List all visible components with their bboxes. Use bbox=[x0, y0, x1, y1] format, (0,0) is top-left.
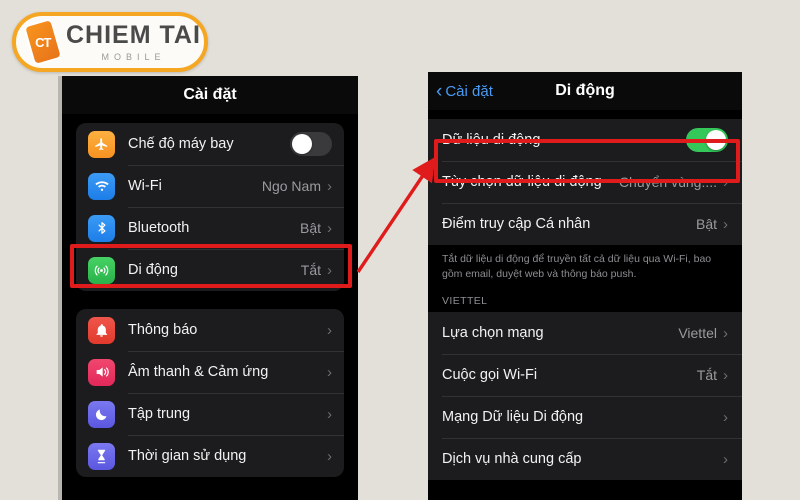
settings-row-label: Bluetooth bbox=[128, 220, 190, 236]
network-selection-row[interactable]: Lựa chọn mạng Viettel › bbox=[428, 312, 742, 354]
left-phone-screenshot: Cài đặt Chế độ máy bay Wi-Fi Ngo Nam › B… bbox=[58, 76, 358, 500]
settings-row-label: Dịch vụ nhà cung cấp bbox=[442, 451, 582, 468]
settings-row-label: Điểm truy cập Cá nhân bbox=[442, 216, 591, 232]
cellular-data-network-row[interactable]: Mạng Dữ liệu Di động › bbox=[428, 396, 742, 438]
settings-row-wifi[interactable]: Wi-Fi Ngo Nam › bbox=[76, 165, 344, 207]
settings-row-notifications[interactable]: Thông báo › bbox=[76, 309, 344, 351]
settings-row-label: Wi-Fi bbox=[128, 178, 162, 194]
settings-row-focus[interactable]: Tập trung › bbox=[76, 393, 344, 435]
notifications-icon bbox=[88, 316, 115, 344]
sound-icon bbox=[88, 358, 115, 386]
settings-row-value: Ngo Nam bbox=[261, 178, 321, 194]
bluetooth-icon bbox=[88, 214, 115, 242]
settings-row-value: Viettel bbox=[678, 325, 717, 342]
airplane-icon bbox=[88, 130, 115, 158]
cellular-data-footnote: Tắt dữ liệu di động để truyền tất cả dữ … bbox=[428, 245, 742, 283]
logo-wordmark: CHIEM TAI MOBILE bbox=[66, 20, 201, 62]
left-navbar: Cài đặt bbox=[62, 76, 358, 114]
chevron-left-icon: ‹ bbox=[436, 80, 443, 102]
settings-row-label: Lựa chọn mạng bbox=[442, 325, 544, 342]
chevron-right-icon: › bbox=[723, 366, 728, 384]
settings-row-label: Thông báo bbox=[128, 322, 198, 338]
logo-tagline: MOBILE bbox=[101, 51, 166, 62]
right-phone-screenshot: ‹ Cài đặt Di động Dữ liệu di động Tùy ch… bbox=[428, 72, 742, 500]
chevron-right-icon: › bbox=[723, 215, 728, 233]
toggle-knob bbox=[706, 130, 726, 150]
cellular-data-row[interactable]: Dữ liệu di động bbox=[428, 119, 742, 161]
chevron-right-icon: › bbox=[327, 219, 332, 237]
chevron-right-icon: › bbox=[723, 173, 728, 191]
chevron-right-icon: › bbox=[723, 450, 728, 468]
settings-row-value: Bật bbox=[299, 220, 321, 236]
settings-row-value: Tắt bbox=[696, 367, 717, 384]
logo-brand-name: CHIEM TAI bbox=[66, 20, 201, 49]
chevron-right-icon: › bbox=[723, 408, 728, 426]
settings-row-label: Chế độ máy bay bbox=[128, 136, 234, 152]
arrow-line bbox=[356, 156, 436, 273]
right-page-title: Di động bbox=[555, 82, 615, 99]
chevron-right-icon: › bbox=[327, 261, 332, 279]
cellular-icon bbox=[88, 256, 115, 284]
settings-row-label: Thời gian sử dụng bbox=[128, 448, 247, 464]
settings-row-label: Mạng Dữ liệu Di động bbox=[442, 409, 584, 426]
chevron-right-icon: › bbox=[327, 177, 332, 195]
chevron-right-icon: › bbox=[327, 447, 332, 465]
left-phone-screen: Cài đặt Chế độ máy bay Wi-Fi Ngo Nam › B… bbox=[62, 76, 358, 500]
personal-hotspot-row[interactable]: Điểm truy cập Cá nhân Bật › bbox=[428, 203, 742, 245]
settings-row-value: Chuyển vùng:... bbox=[618, 174, 717, 190]
settings-row-value: Tắt bbox=[300, 262, 321, 278]
settings-row-bluetooth[interactable]: Bluetooth Bật › bbox=[76, 207, 344, 249]
settings-row-screen-time[interactable]: Thời gian sử dụng › bbox=[76, 435, 344, 477]
logo-mark-text: CT bbox=[35, 34, 51, 50]
cellular-data-toggle[interactable] bbox=[686, 128, 728, 152]
settings-row-value: Bật bbox=[695, 216, 717, 232]
settings-row-label: Cuộc gọi Wi-Fi bbox=[442, 367, 538, 384]
logo-phone-icon: CT bbox=[22, 17, 64, 67]
settings-group-connectivity: Chế độ máy bay Wi-Fi Ngo Nam › Bluetooth… bbox=[76, 123, 344, 291]
left-top-spacer bbox=[62, 114, 358, 123]
settings-row-airplane-mode[interactable]: Chế độ máy bay bbox=[76, 123, 344, 165]
settings-row-sounds-haptics[interactable]: Âm thanh & Cảm ứng › bbox=[76, 351, 344, 393]
cellular-data-options-row[interactable]: Tùy chọn dữ liệu di động Chuyển vùng:...… bbox=[428, 161, 742, 203]
screen-time-hourglass-icon bbox=[88, 442, 115, 470]
settings-row-cellular[interactable]: Di động Tắt › bbox=[76, 249, 344, 291]
settings-row-label: Âm thanh & Cảm ứng bbox=[128, 364, 269, 380]
left-group-gap bbox=[62, 291, 358, 309]
chevron-right-icon: › bbox=[327, 321, 332, 339]
chevron-right-icon: › bbox=[327, 405, 332, 423]
chiem-tai-mobile-logo: CT CHIEM TAI MOBILE bbox=[12, 12, 208, 72]
carrier-settings-group: Lựa chọn mạng Viettel › Cuộc gọi Wi-Fi T… bbox=[428, 312, 742, 481]
airplane-mode-toggle[interactable] bbox=[290, 132, 332, 156]
left-page-title: Cài đặt bbox=[183, 86, 237, 103]
settings-row-label: Dữ liệu di động bbox=[442, 132, 541, 148]
carrier-section-header: VIETTEL bbox=[428, 282, 742, 313]
right-top-spacer bbox=[428, 110, 742, 119]
back-button-label: Cài đặt bbox=[445, 82, 493, 100]
focus-moon-icon bbox=[88, 400, 115, 428]
settings-row-label: Di động bbox=[128, 262, 178, 278]
carrier-services-row[interactable]: Dịch vụ nhà cung cấp › bbox=[428, 438, 742, 480]
wifi-calling-row[interactable]: Cuộc gọi Wi-Fi Tắt › bbox=[428, 354, 742, 396]
right-navbar: ‹ Cài đặt Di động bbox=[428, 72, 742, 110]
back-button[interactable]: ‹ Cài đặt bbox=[436, 82, 493, 101]
settings-group-notifications: Thông báo › Âm thanh & Cảm ứng › Tập tru… bbox=[76, 309, 344, 477]
right-phone-screen: ‹ Cài đặt Di động Dữ liệu di động Tùy ch… bbox=[428, 72, 742, 500]
settings-row-label: Tập trung bbox=[128, 406, 191, 422]
chevron-right-icon: › bbox=[327, 363, 332, 381]
chevron-right-icon: › bbox=[723, 324, 728, 342]
settings-row-label: Tùy chọn dữ liệu di động bbox=[442, 174, 602, 190]
wifi-icon bbox=[88, 172, 115, 200]
toggle-knob bbox=[292, 134, 312, 154]
cellular-settings-group: Dữ liệu di động Tùy chọn dữ liệu di động… bbox=[428, 119, 742, 245]
